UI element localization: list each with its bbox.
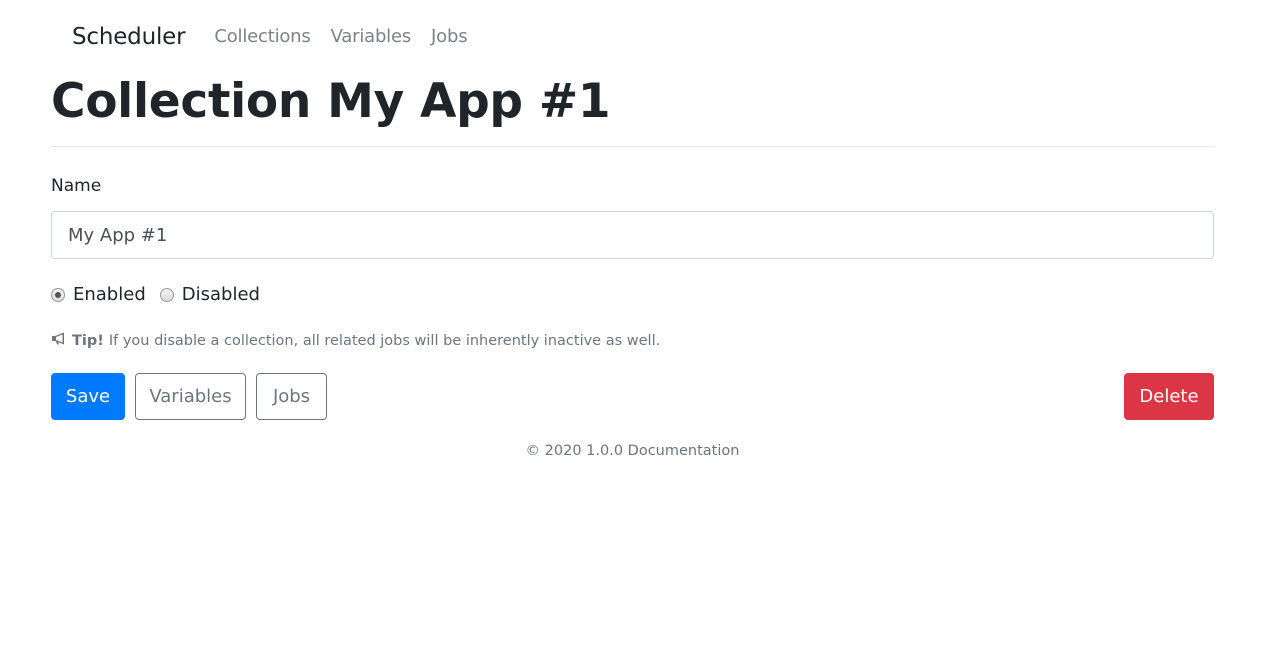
variables-button[interactable]: Variables	[135, 373, 246, 420]
status-radio-group: Enabled Disabled	[51, 284, 274, 305]
nav-link-jobs[interactable]: Jobs	[431, 26, 468, 47]
enabled-radio-label[interactable]: Enabled	[73, 284, 146, 305]
jobs-button[interactable]: Jobs	[256, 373, 327, 420]
nav-link-collections[interactable]: Collections	[214, 26, 310, 47]
disabled-radio-label[interactable]: Disabled	[182, 284, 260, 305]
title-divider	[51, 146, 1214, 147]
nav-link-variables[interactable]: Variables	[331, 26, 412, 47]
disabled-radio[interactable]	[159, 287, 174, 302]
main-container: Scheduler Collections Variables Jobs Col…	[51, 0, 1214, 459]
name-input[interactable]	[51, 211, 1214, 259]
name-label: Name	[51, 176, 102, 196]
bullhorn-icon	[51, 332, 67, 349]
navbar-brand[interactable]: Scheduler	[72, 24, 186, 50]
tip-strong: Tip!	[72, 332, 104, 349]
tip-message: Tip! If you disable a collection, all re…	[51, 332, 660, 349]
navbar: Scheduler Collections Variables Jobs	[51, 0, 1214, 72]
tip-text: If you disable a collection, all related…	[108, 332, 661, 349]
page-title: Collection My App #1	[51, 74, 611, 129]
enabled-radio[interactable]	[51, 287, 65, 302]
save-button[interactable]: Save	[51, 373, 125, 420]
footer: © 2020 1.0.0 Documentation	[525, 443, 740, 459]
delete-button[interactable]: Delete	[1124, 373, 1214, 420]
